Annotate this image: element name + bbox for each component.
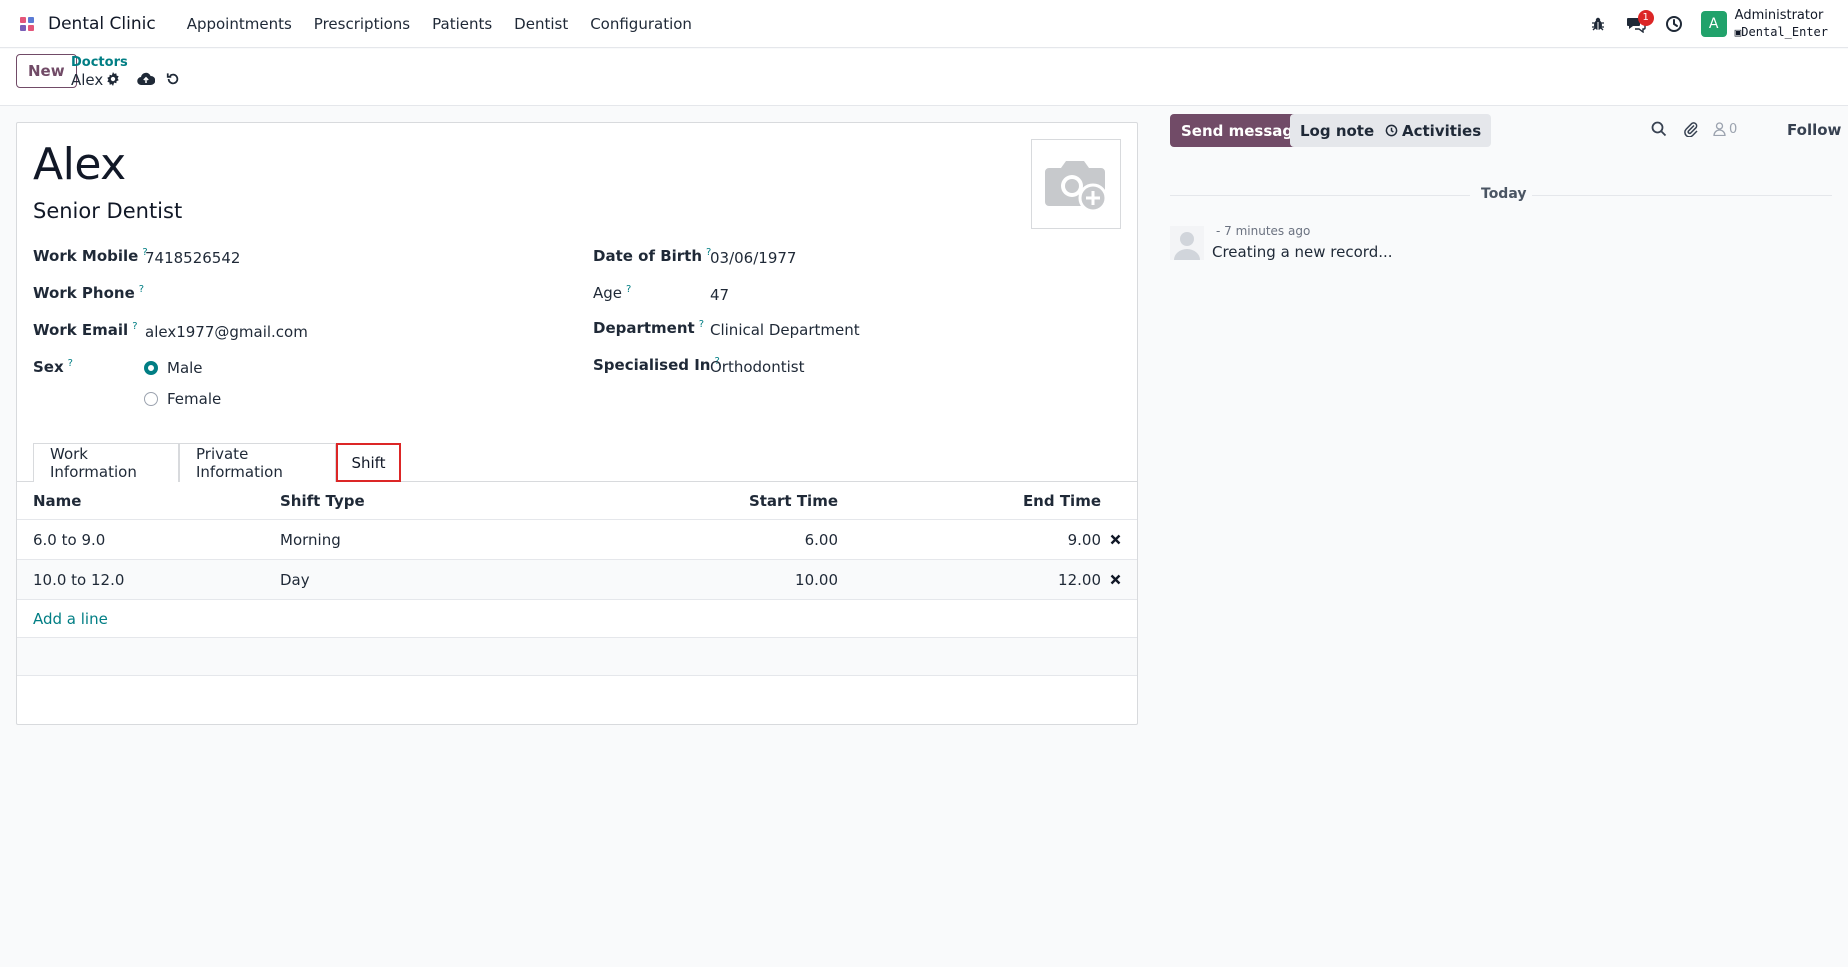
messages-badge: 1: [1637, 10, 1654, 26]
database-name: ▣Dental_Enter: [1734, 24, 1828, 39]
end-time-cell[interactable]: 9.00: [1068, 531, 1101, 549]
table-row[interactable]: 6.0 to 9.0 Morning 6.00 9.00: [17, 520, 1137, 560]
work-email-field[interactable]: alex1977@gmail.com: [145, 323, 308, 341]
end-time-cell[interactable]: 12.00: [1058, 571, 1101, 589]
follow-button[interactable]: Follow: [1787, 121, 1841, 139]
sex-label: Sex?: [33, 358, 73, 376]
column-header-end-time[interactable]: End Time: [1023, 492, 1101, 510]
user-avatar[interactable]: A: [1700, 11, 1727, 37]
help-tooltip[interactable]: ?: [132, 321, 137, 332]
tab-shift[interactable]: Shift: [336, 443, 401, 482]
work-mobile-field[interactable]: 7418526542: [145, 249, 240, 267]
breadcrumb-doctors[interactable]: Doctors: [71, 55, 128, 70]
delete-row-icon[interactable]: [1107, 572, 1123, 588]
start-time-cell[interactable]: 6.00: [805, 531, 838, 549]
table-row[interactable]: 10.0 to 12.0 Day 10.00 12.00: [17, 560, 1137, 600]
add-a-line-link[interactable]: Add a line: [33, 610, 108, 628]
work-email-label: Work Email?: [33, 321, 138, 339]
activities-button[interactable]: Activities: [1375, 114, 1492, 147]
search-icon[interactable]: [1651, 121, 1667, 137]
age-label: Age?: [593, 284, 632, 302]
radio-selected-icon[interactable]: [144, 361, 158, 375]
breadcrumb-current-record: Alex: [71, 71, 104, 89]
work-phone-label: Work Phone?: [33, 284, 145, 302]
sex-radio-female[interactable]: Female: [144, 390, 221, 408]
control-panel: New Doctors Alex: [0, 49, 1848, 106]
date-separator-today: Today: [1481, 186, 1527, 202]
main-menu: Appointments Prescriptions Patients Dent…: [176, 15, 703, 33]
divider: [1170, 195, 1470, 196]
menu-prescriptions[interactable]: Prescriptions: [303, 15, 421, 33]
department-label: Department?: [593, 319, 705, 337]
menu-patients[interactable]: Patients: [421, 15, 503, 33]
clock-icon: [1385, 124, 1398, 137]
date-of-birth-label: Date of Birth?: [593, 247, 712, 265]
shift-type-cell[interactable]: Morning: [280, 531, 341, 549]
shift-table-header: Name Shift Type Start Time End Time: [17, 482, 1137, 520]
specialised-in-field[interactable]: Orthodontist: [710, 358, 805, 376]
help-tooltip[interactable]: ?: [626, 284, 631, 295]
shift-type-cell[interactable]: Day: [280, 571, 310, 589]
camera-plus-icon: [1045, 161, 1108, 213]
top-navbar: Dental Clinic Appointments Prescriptions…: [0, 0, 1848, 48]
help-tooltip[interactable]: ?: [699, 319, 704, 330]
gear-icon[interactable]: [104, 70, 122, 88]
followers-button[interactable]: 0: [1713, 122, 1737, 137]
delete-row-icon[interactable]: [1107, 532, 1123, 548]
save-cloud-icon[interactable]: [137, 70, 155, 88]
radio-unselected-icon[interactable]: [144, 392, 158, 406]
bug-icon[interactable]: [1583, 9, 1613, 39]
form-sheet: Alex Senior Dentist Work Mobile? 7418526…: [16, 122, 1138, 725]
help-tooltip[interactable]: ?: [139, 284, 144, 295]
menu-appointments[interactable]: Appointments: [176, 15, 303, 33]
systray: 1 A Administrator ▣Dental_Enter: [1575, 0, 1828, 48]
photo-upload[interactable]: [1031, 139, 1121, 229]
discard-undo-icon[interactable]: [164, 70, 182, 88]
message-author-avatar[interactable]: [1170, 226, 1204, 260]
start-time-cell[interactable]: 10.00: [795, 571, 838, 589]
log-note-button[interactable]: Log note: [1290, 114, 1385, 147]
add-line-row: Add a line: [17, 600, 1137, 638]
column-header-name[interactable]: Name: [33, 492, 81, 510]
paperclip-icon[interactable]: [1683, 121, 1699, 137]
age-value: 47: [710, 286, 730, 304]
work-mobile-label: Work Mobile?: [33, 247, 148, 265]
menu-dentist[interactable]: Dentist: [503, 15, 579, 33]
column-header-start-time[interactable]: Start Time: [749, 492, 838, 510]
specialised-in-label: Specialised In?: [593, 356, 720, 374]
work-phone-field[interactable]: [145, 286, 545, 306]
help-tooltip[interactable]: ?: [68, 358, 73, 369]
menu-configuration[interactable]: Configuration: [579, 15, 703, 33]
app-brand[interactable]: Dental Clinic: [48, 14, 156, 34]
doctor-name[interactable]: Alex: [33, 139, 126, 190]
divider: [1532, 195, 1832, 196]
tab-private-information[interactable]: Private Information: [179, 443, 336, 482]
app-menu-icon[interactable]: [14, 11, 40, 37]
user-name: Administrator: [1734, 7, 1824, 23]
activity-clock-icon[interactable]: [1659, 9, 1689, 39]
user-menu[interactable]: Administrator ▣Dental_Enter: [1735, 8, 1828, 41]
message-timestamp: - 7 minutes ago: [1216, 224, 1311, 238]
empty-row: [17, 638, 1137, 676]
shift-name-cell[interactable]: 6.0 to 9.0: [33, 531, 105, 549]
chatter-tools: 0: [1651, 121, 1737, 137]
date-of-birth-field[interactable]: 03/06/1977: [710, 249, 796, 267]
user-icon: [1713, 122, 1726, 136]
message-body: Creating a new record...: [1212, 243, 1393, 261]
department-field[interactable]: Clinical Department: [710, 321, 860, 339]
shift-name-cell[interactable]: 10.0 to 12.0: [33, 571, 124, 589]
job-title[interactable]: Senior Dentist: [33, 199, 182, 223]
messages-icon[interactable]: 1: [1621, 9, 1654, 39]
new-button[interactable]: New: [16, 54, 77, 88]
column-header-shift-type[interactable]: Shift Type: [280, 492, 365, 510]
sex-radio-male[interactable]: Male: [144, 359, 203, 377]
tab-work-information[interactable]: Work Information: [33, 443, 179, 482]
